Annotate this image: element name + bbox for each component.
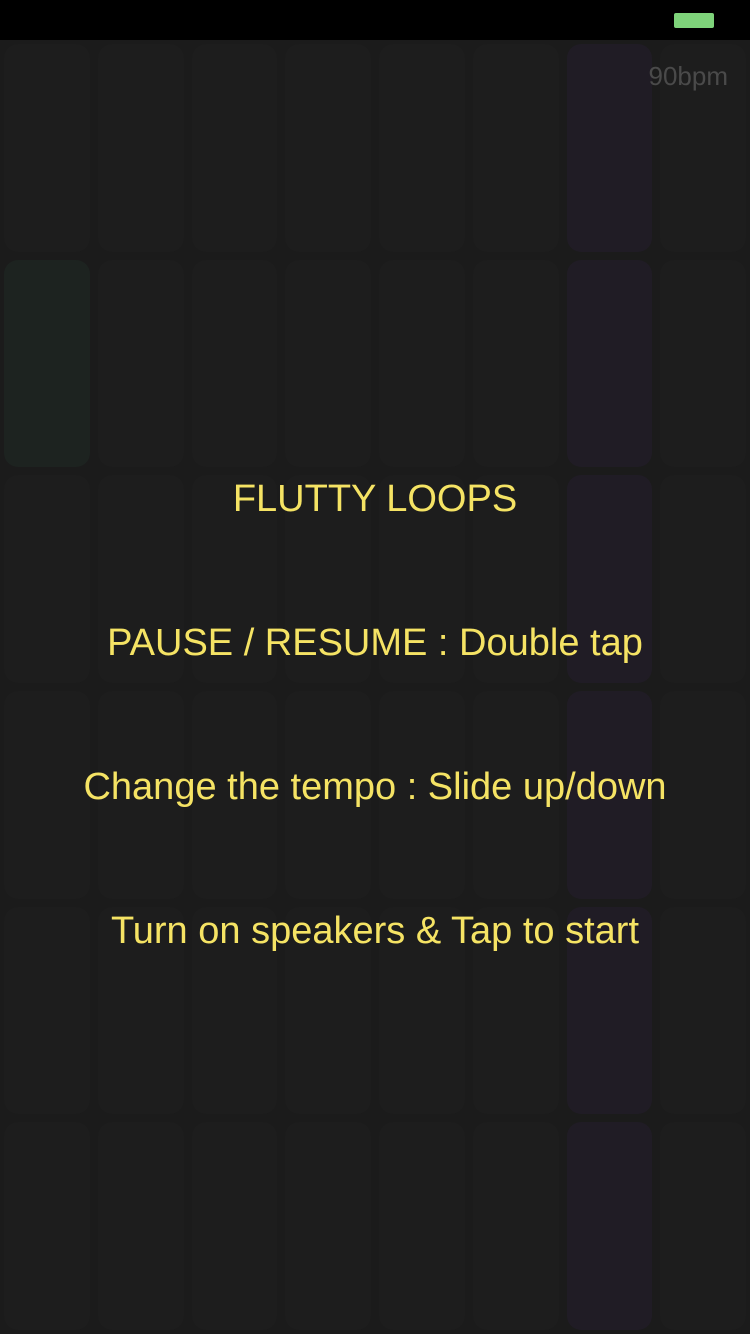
- instructions-overlay[interactable]: FLUTTY LOOPS PAUSE / RESUME : Double tap…: [0, 470, 750, 1046]
- grid-cell[interactable]: [191, 259, 278, 468]
- grid-cell[interactable]: [566, 1122, 653, 1330]
- grid-cell[interactable]: [285, 1122, 371, 1330]
- grid-cell[interactable]: [285, 259, 371, 468]
- grid-cell[interactable]: [379, 44, 465, 252]
- battery-icon: [674, 13, 714, 28]
- pause-resume-hint: PAUSE / RESUME : Double tap: [107, 622, 643, 664]
- grid-cell[interactable]: [566, 44, 653, 252]
- grid-cell[interactable]: [379, 1122, 465, 1330]
- grid-cell[interactable]: [566, 259, 653, 468]
- grid-cell[interactable]: [4, 1122, 90, 1330]
- app-title: FLUTTY LOOPS: [232, 478, 518, 520]
- grid-cell[interactable]: [191, 1122, 278, 1330]
- grid-cell[interactable]: [472, 44, 559, 252]
- grid-cell[interactable]: [4, 44, 90, 252]
- grid-cell[interactable]: [97, 259, 184, 468]
- grid-cell[interactable]: [472, 1122, 559, 1330]
- tempo-label: 90bpm: [648, 61, 729, 91]
- start-hint: Turn on speakers & Tap to start: [110, 910, 640, 952]
- grid-cell[interactable]: [472, 259, 559, 468]
- grid-cell[interactable]: [191, 44, 278, 252]
- grid-cell[interactable]: [97, 44, 184, 252]
- grid-cell[interactable]: [285, 44, 371, 252]
- grid-cell[interactable]: [4, 259, 90, 468]
- status-bar: [0, 0, 750, 40]
- grid-cell[interactable]: [660, 259, 746, 468]
- grid-cell[interactable]: [660, 1122, 746, 1330]
- grid-cell[interactable]: [97, 1122, 184, 1330]
- tempo-hint: Change the tempo : Slide up/down: [83, 766, 667, 808]
- grid-cell[interactable]: [379, 259, 465, 468]
